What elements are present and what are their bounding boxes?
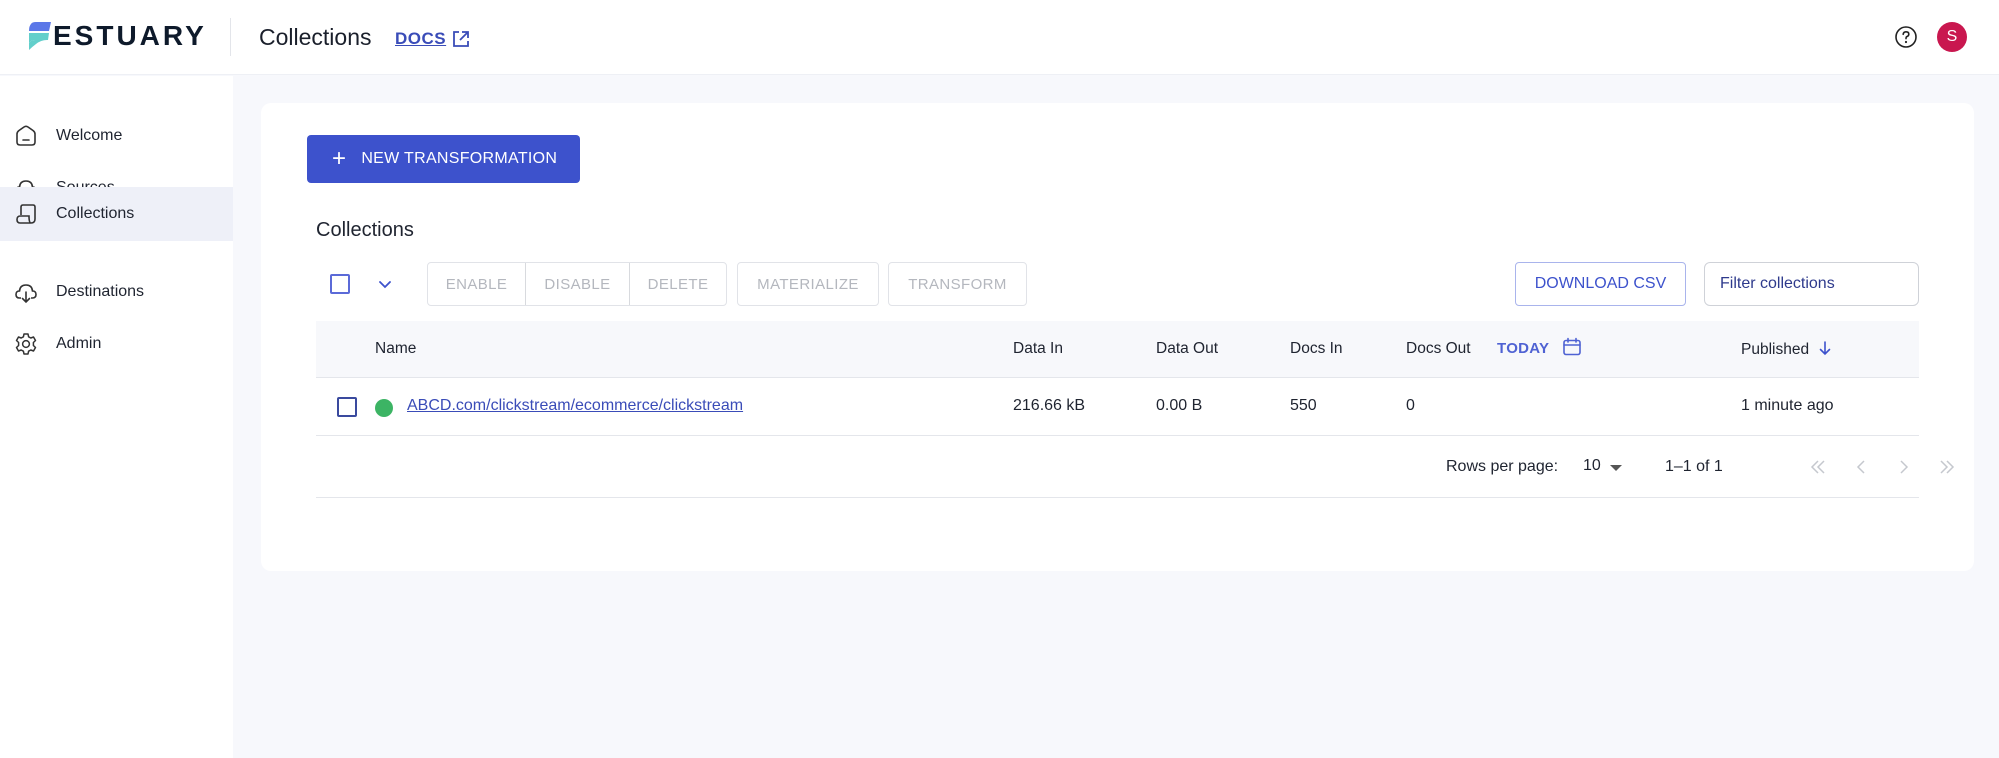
chevron-down-icon[interactable] [376, 275, 394, 293]
disable-button[interactable]: DISABLE [526, 263, 630, 305]
cell-data-in: 216.66 kB [1013, 397, 1086, 414]
gear-icon [15, 333, 37, 355]
sort-descending-icon[interactable] [1818, 340, 1832, 356]
estuary-logo-icon [29, 22, 51, 50]
cell-data-out: 0.00 B [1156, 397, 1203, 414]
collections-icon [16, 204, 36, 224]
collection-name-link[interactable]: ABCD.com/clickstream/ecommerce/clickstre… [407, 397, 743, 415]
last-page-icon[interactable] [1935, 455, 1959, 479]
user-avatar[interactable]: S [1937, 22, 1967, 52]
table-row: ABCD.com/clickstream/ecommerce/clickstre… [316, 379, 1919, 436]
rows-per-page-select[interactable]: 10 [1583, 457, 1601, 475]
cell-docs-out: 0 [1406, 397, 1415, 414]
sidebar-item-label: Destinations [56, 283, 145, 300]
column-header-data-out[interactable]: Data Out [1156, 340, 1218, 358]
column-header-published[interactable]: Published [1741, 340, 1832, 359]
home-icon [16, 125, 36, 146]
cell-docs-in: 550 [1290, 397, 1317, 414]
section-title: Collections [316, 219, 414, 241]
column-header-docs-in[interactable]: Docs In [1290, 340, 1343, 358]
brand-name: ESTUARY [53, 20, 207, 51]
delete-button[interactable]: DELETE [630, 263, 726, 305]
calendar-icon[interactable] [1561, 336, 1583, 358]
first-page-icon[interactable] [1806, 455, 1830, 479]
next-page-icon[interactable] [1892, 455, 1916, 479]
page-title: Collections [259, 24, 372, 50]
column-header-data-in[interactable]: Data In [1013, 340, 1063, 358]
column-header-name[interactable]: Name [375, 340, 416, 358]
new-transformation-button[interactable]: + NEW TRANSFORMATION [307, 135, 580, 183]
estuary-logo[interactable]: ESTUARY [27, 22, 207, 50]
previous-page-icon[interactable] [1849, 455, 1873, 479]
table-header: Name Data In Data Out Docs In Docs Out T… [316, 321, 1919, 378]
sidebar-item-label: Collections [56, 205, 135, 222]
select-all-checkbox[interactable] [330, 274, 350, 294]
rows-per-page-label: Rows per page: [1446, 458, 1559, 475]
filter-collections-input[interactable] [1704, 262, 1919, 306]
download-csv-button[interactable]: DOWNLOAD CSV [1515, 262, 1686, 306]
new-transformation-label: NEW TRANSFORMATION [361, 150, 558, 167]
sidebar-item-admin[interactable]: Admin [0, 318, 233, 370]
app-header: ESTUARY Collections DOCS S [0, 0, 1999, 75]
enable-button[interactable]: ENABLE [428, 263, 526, 305]
sidebar: Welcome Sources Collections Destinations… [0, 76, 233, 758]
sidebar-item-welcome[interactable]: Welcome [0, 110, 233, 162]
bulk-action-group: ENABLE DISABLE DELETE [427, 262, 727, 306]
external-link-icon[interactable] [452, 30, 470, 48]
transform-button[interactable]: TRANSFORM [888, 262, 1027, 306]
status-indicator [375, 399, 393, 417]
date-range-selector[interactable]: TODAY [1497, 340, 1549, 357]
caret-down-icon[interactable] [1610, 465, 1622, 471]
column-header-docs-out[interactable]: Docs Out [1406, 340, 1471, 358]
cloud-download-icon [15, 284, 37, 304]
cell-published: 1 minute ago [1741, 397, 1834, 414]
help-icon[interactable] [1894, 25, 1918, 49]
sidebar-item-label: Welcome [56, 127, 123, 144]
sidebar-item-collections[interactable]: Collections [0, 187, 233, 241]
published-label: Published [1741, 341, 1810, 358]
header-divider [230, 18, 231, 56]
docs-link[interactable]: DOCS [395, 29, 446, 49]
sidebar-item-destinations[interactable]: Destinations [0, 266, 233, 318]
materialize-button[interactable]: MATERIALIZE [737, 262, 879, 306]
row-checkbox[interactable] [337, 397, 357, 417]
page-range-text: 1–1 of 1 [1665, 458, 1723, 475]
plus-icon: + [332, 145, 347, 172]
sidebar-item-label: Admin [56, 335, 102, 352]
collections-panel: + NEW TRANSFORMATION Collections ENABLE … [261, 103, 1974, 571]
pagination: Rows per page: 10 1–1 of 1 [316, 437, 1955, 498]
